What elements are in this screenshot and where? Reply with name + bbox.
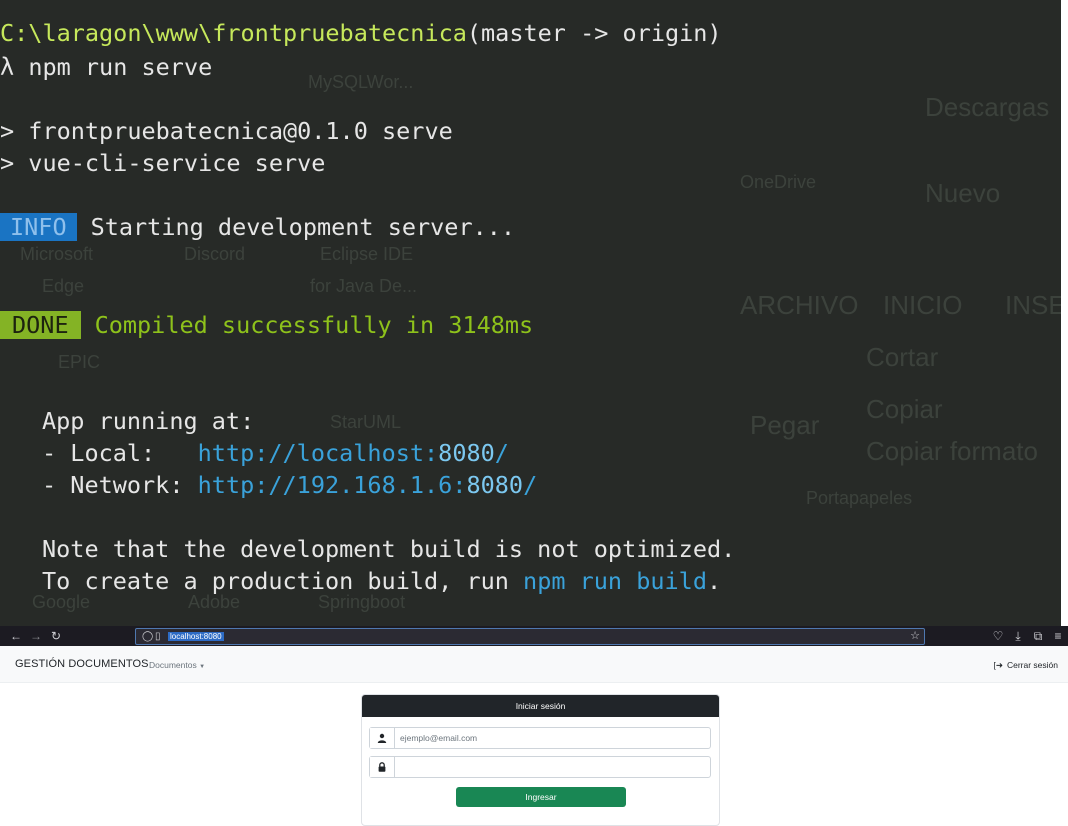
extensions-icon[interactable]: ⧉ — [1030, 628, 1046, 644]
local-label: - Local: — [42, 439, 198, 467]
ghost-text: Copiar formato — [866, 436, 1038, 466]
ghost-text: MySQLWor... — [308, 72, 414, 92]
logout-label: Cerrar sesión — [1006, 660, 1058, 670]
app-brand[interactable]: GESTIÓN DOCUMENTOS — [15, 658, 149, 670]
command-text: npm run serve — [28, 53, 213, 81]
ghost-text: Discord — [184, 244, 246, 264]
ghost-text: for Java De... — [310, 276, 418, 296]
info-line: INFO Starting development server... — [0, 212, 515, 242]
note-line-2-suffix: . — [706, 567, 722, 595]
email-field[interactable]: ejemplo@email.com — [400, 728, 700, 748]
ghost-text: Pegar — [750, 410, 820, 440]
documents-dropdown[interactable]: Documentos ▼ — [149, 660, 205, 670]
local-url-line: - Local: http://localhost:8080/ — [42, 438, 509, 468]
forward-arrow-icon[interactable]: → — [28, 628, 44, 644]
documents-label: Documentos — [149, 660, 197, 670]
ghost-text: Cortar — [866, 342, 939, 372]
ghost-text: OneDrive — [740, 172, 817, 192]
info-text: Starting development server... — [90, 213, 516, 241]
ghost-text: Edge — [42, 276, 85, 296]
back-arrow-icon[interactable]: ← — [8, 628, 24, 644]
user-icon — [370, 728, 395, 748]
ghost-text: Copiar — [866, 394, 943, 424]
info-badge: INFO — [0, 213, 77, 241]
logout-link[interactable]: [➜ Cerrar sesión — [993, 660, 1058, 671]
pocket-icon[interactable]: ♡ — [990, 628, 1006, 644]
ghost-text: Nuevo — [925, 178, 1001, 208]
network-url-prefix: http://192.168.1.6: — [197, 471, 467, 499]
terminal-window: MySQLWor... OneDrive Nuevo Descargas ARC… — [0, 0, 1061, 626]
caret-down-icon: ▼ — [199, 664, 206, 670]
note-line-2: To create a production build, run npm ru… — [42, 566, 721, 596]
script-line-1: > frontpruebatecnica@0.1.0 serve — [0, 117, 453, 145]
browser-window: ← → ↻ ◯ ▯ localhost:8080 ☆ ♡ ⤓ ⧉ ≡ GESTI… — [0, 626, 1068, 826]
note-line-1: Note that the development build is not o… — [42, 535, 736, 563]
prompt-path: C:\laragon\www\frontpruebatecnica — [0, 19, 467, 47]
local-port: 8080 — [438, 439, 495, 467]
ghost-text: StarUML — [330, 412, 402, 432]
local-url-prefix: http://localhost: — [197, 439, 439, 467]
ghost-text: INSE — [1005, 290, 1061, 320]
network-label: - Network: — [42, 471, 198, 499]
lock-icon — [370, 757, 395, 777]
ghost-text: Portapapeles — [806, 488, 913, 508]
local-url-suffix: / — [494, 439, 509, 467]
network-url-line: - Network: http://192.168.1.6:8080/ — [42, 470, 537, 500]
ghost-text: INICIO — [883, 290, 963, 320]
prompt-symbol: λ — [0, 53, 15, 81]
ghost-text: ARCHIVO — [740, 290, 859, 320]
login-card: Iniciar sesión ejemplo@email.com Ingresa… — [361, 694, 720, 826]
local-url[interactable]: http://localhost:8080/ — [198, 439, 509, 467]
app-running-line: App running at: — [42, 407, 255, 435]
done-line: DONE Compiled successfully in 3148ms — [0, 310, 533, 340]
prompt-branch: (master -> origin) — [466, 19, 722, 47]
browser-toolbar: ← → ↻ ◯ ▯ localhost:8080 ☆ ♡ ⤓ ⧉ ≡ — [0, 626, 1068, 646]
password-field[interactable] — [400, 757, 700, 777]
ghost-text: Eclipse IDE — [320, 244, 414, 264]
password-input-group — [369, 756, 711, 778]
network-port: 8080 — [466, 471, 524, 499]
note-line-2-prefix: To create a production build, run — [42, 567, 524, 595]
logout-icon: [➜ — [993, 660, 1003, 670]
ghost-text: Descargas — [925, 92, 1050, 122]
script-line-2: > vue-cli-service serve — [0, 149, 326, 177]
ghost-text: EPIC — [58, 352, 101, 372]
page-icon: ▯ — [155, 631, 161, 642]
email-input-group: ejemplo@email.com — [369, 727, 711, 749]
shield-icon[interactable]: ◯ — [142, 629, 153, 644]
network-url-suffix: / — [523, 471, 538, 499]
url-text[interactable]: localhost:8080 — [168, 632, 224, 641]
download-icon[interactable]: ⤓ — [1010, 628, 1026, 644]
reload-icon[interactable]: ↻ — [48, 628, 64, 644]
build-command: npm run build — [523, 567, 707, 595]
prompt-line: C:\laragon\www\frontpruebatecnica(master… — [0, 18, 722, 48]
done-badge: DONE — [0, 311, 81, 339]
star-icon[interactable]: ☆ — [910, 629, 920, 644]
app-navbar: GESTIÓN DOCUMENTOS Documentos ▼ [➜ Cerrar… — [0, 646, 1068, 683]
menu-icon[interactable]: ≡ — [1050, 628, 1066, 644]
ghost-text: Microsoft — [20, 244, 94, 264]
submit-button[interactable]: Ingresar — [456, 787, 626, 807]
url-bar[interactable]: ◯ ▯ localhost:8080 ☆ — [135, 628, 925, 645]
command-line: λ npm run serve — [0, 52, 212, 82]
login-card-title: Iniciar sesión — [362, 695, 719, 717]
network-url[interactable]: http://192.168.1.6:8080/ — [198, 471, 538, 499]
done-text: Compiled successfully in 3148ms — [94, 311, 534, 339]
